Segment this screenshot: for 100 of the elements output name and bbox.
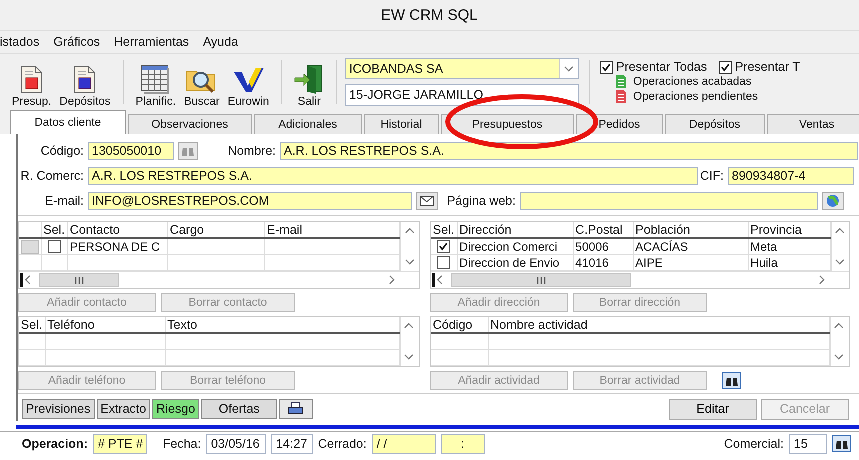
scroll-down-icon[interactable] — [834, 257, 846, 267]
envelope-icon — [420, 196, 434, 206]
tab[interactable]: Adicionales — [254, 114, 362, 134]
tab[interactable]: Historial — [364, 114, 439, 134]
closed-time-field[interactable]: : — [440, 434, 485, 454]
field-label: Código: — [40, 144, 85, 158]
row-checkbox[interactable] — [48, 240, 61, 253]
scroll-up-icon[interactable] — [833, 321, 845, 331]
column-header[interactable]: Contacto — [68, 222, 168, 238]
grip-icon — [74, 276, 84, 284]
check-icon — [721, 62, 730, 72]
column-header[interactable]: Teléfono — [45, 317, 166, 333]
binoculars-icon[interactable] — [722, 372, 742, 390]
column-header[interactable]: Dirección — [457, 222, 574, 238]
scrollbar-thumb[interactable] — [39, 273, 119, 287]
scroll-down-icon[interactable] — [403, 352, 416, 362]
website-field[interactable] — [520, 192, 818, 210]
action-button[interactable]: Riesgo — [152, 399, 200, 419]
trade-name-field[interactable]: A.R. LOS RESTREPOS S.A. — [88, 166, 698, 184]
scroll-up-icon[interactable] — [403, 321, 416, 331]
check-logo-icon — [232, 66, 266, 94]
edit-button[interactable]: Editar — [669, 398, 757, 420]
toolbar-button[interactable]: Depósitos — [56, 56, 115, 108]
column-header[interactable]: Provincia — [748, 222, 830, 238]
open-website-button[interactable] — [822, 192, 844, 210]
document-icon — [73, 66, 98, 94]
toolbar-button[interactable]: Salir — [290, 56, 328, 108]
table-cell: 41016 — [576, 256, 609, 270]
table-icon — [140, 64, 172, 94]
date-field[interactable]: 03/05/16 — [206, 434, 266, 454]
row-checkbox[interactable] — [437, 256, 450, 269]
scrollbar-thumb[interactable] — [451, 273, 631, 287]
action-button[interactable]: Ofertas — [201, 399, 278, 419]
operation-field[interactable]: # PTE # — [93, 434, 147, 454]
toolbar-button[interactable]: Eurowin — [224, 56, 274, 108]
status-label: Operacion: — [22, 437, 88, 451]
send-email-button[interactable] — [416, 192, 438, 210]
column-header[interactable]: Sel. — [431, 222, 458, 238]
row-checkbox[interactable] — [437, 240, 450, 253]
field-label: E-mail: — [44, 194, 85, 208]
action-button[interactable]: Extracto — [96, 399, 150, 419]
legend-label: Operaciones acabadas — [633, 76, 752, 88]
data-grid[interactable]: Sel. Teléfono Texto — [18, 316, 420, 367]
table-cell: PERSONA DE C — [70, 240, 160, 254]
agent-code-field[interactable]: 15 — [789, 434, 827, 454]
code-field[interactable]: 1305050010 — [88, 142, 174, 160]
field-label: CIF: — [699, 168, 725, 182]
column-header[interactable]: C.Postal — [573, 222, 634, 238]
table-cell: 50006 — [576, 240, 609, 254]
door-exit-icon — [294, 64, 324, 94]
tab[interactable]: Datos cliente — [10, 110, 126, 134]
scroll-down-icon[interactable] — [833, 352, 845, 362]
data-grid[interactable]: Sel. Dirección C.Postal Población Provincia Direccion Comerci 50006 ACACÍAS Meta Direccion de Envio 41016 AIPE Huila — [430, 221, 850, 289]
data-grid[interactable]: Sel. Contacto Cargo E-mail PERSONA DE C — [18, 221, 420, 289]
menu-item[interactable]: istados — [0, 35, 40, 49]
filter-checkbox[interactable] — [600, 60, 614, 74]
action-button[interactable]: Previsiones — [22, 399, 95, 419]
scroll-up-icon[interactable] — [834, 226, 846, 236]
menu-item[interactable]: Gráficos — [54, 35, 100, 49]
globe-icon — [826, 194, 840, 208]
closed-date-field[interactable]: / / — [372, 434, 436, 454]
printer-icon — [288, 402, 304, 416]
print-button[interactable] — [279, 399, 314, 419]
filter-checkbox[interactable] — [719, 60, 732, 74]
binoculars-icon[interactable] — [832, 435, 852, 453]
field-label: Página web: — [446, 194, 517, 208]
tab[interactable]: Depósitos — [665, 114, 765, 134]
data-grid[interactable]: Código Nombre actividad — [430, 316, 850, 367]
column-header[interactable]: Sel. — [19, 317, 46, 333]
email-field[interactable]: INFO@LOSRESTREPOS.COM — [88, 192, 412, 210]
column-header[interactable]: Código — [431, 317, 488, 333]
column-header[interactable]: Nombre actividad — [488, 317, 829, 333]
table-cell: AIPE — [636, 256, 663, 270]
toolbar-button[interactable]: Buscar — [180, 56, 224, 108]
lookup-button[interactable] — [178, 142, 198, 160]
toolbar-button[interactable]: Planific. — [132, 56, 180, 108]
tab[interactable]: Observaciones — [128, 114, 252, 134]
scroll-down-icon[interactable] — [404, 257, 416, 267]
table-cell: Huila — [750, 256, 778, 270]
column-header[interactable]: E-mail — [264, 222, 400, 238]
toolbar-button[interactable]: Presup. — [8, 56, 56, 108]
scroll-up-icon[interactable] — [404, 226, 416, 236]
legend-label: Operaciones pendientes — [633, 91, 758, 103]
menu-item[interactable]: Herramientas — [114, 35, 190, 49]
menu-item[interactable]: Ayuda — [203, 35, 238, 49]
column-header[interactable]: Población — [633, 222, 748, 238]
tax-id-field[interactable]: 890934807-4 — [728, 166, 854, 184]
column-header[interactable]: Cargo — [168, 222, 265, 238]
time-field[interactable]: 14:27 — [271, 434, 314, 454]
tab[interactable]: Ventas — [767, 114, 859, 134]
tab[interactable]: Presupuestos — [441, 114, 574, 134]
window-title: EW CRM SQL — [381, 6, 478, 24]
table-cell: Direccion de Envio — [460, 256, 560, 270]
customer-dropdown[interactable]: ICOBANDAS SA — [345, 58, 580, 79]
tab[interactable]: Pedidos — [576, 114, 663, 134]
column-header[interactable]: Texto — [165, 317, 400, 333]
column-header[interactable]: Sel. — [41, 222, 68, 238]
grip-icon — [536, 276, 546, 284]
table-cell: Direccion Comerci — [460, 240, 558, 254]
name-field[interactable]: A.R. LOS RESTREPOS S.A. — [280, 142, 858, 160]
